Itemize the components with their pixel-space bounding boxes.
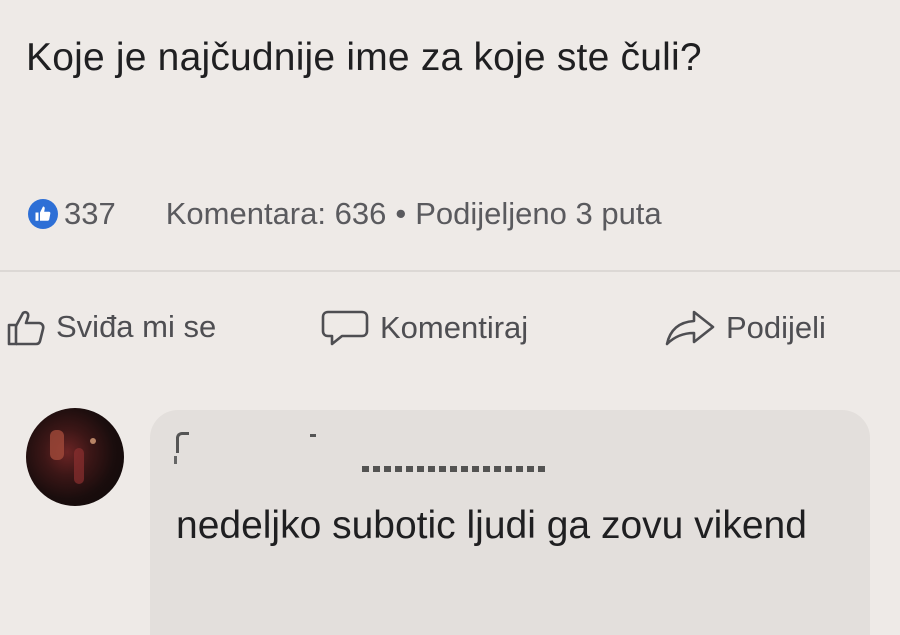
- share-label: Podijeli: [726, 310, 826, 345]
- post-text: Koje je najčudnije ime za koje ste čuli?: [26, 36, 702, 79]
- comment-label: Komentiraj: [380, 310, 529, 345]
- comment-icon: [320, 308, 370, 348]
- likes-count[interactable]: 337: [64, 196, 116, 232]
- comments-count[interactable]: Komentara: 636: [166, 196, 387, 232]
- avatar[interactable]: [26, 408, 124, 506]
- divider: [0, 270, 900, 272]
- comment-bubble: nedeljko subotic ljudi ga zovu vikend: [150, 410, 870, 635]
- comment-author-redacted[interactable]: [172, 428, 552, 478]
- share-button[interactable]: Podijeli: [664, 308, 826, 348]
- post-actions: Sviđa mi se Komentiraj Podijeli: [0, 300, 900, 360]
- like-button[interactable]: Sviđa mi se: [6, 308, 216, 346]
- shares-count[interactable]: Podijeljeno 3 puta: [415, 196, 661, 232]
- share-arrow-icon: [664, 308, 716, 348]
- comment-button[interactable]: Komentiraj: [320, 308, 528, 348]
- stats-separator: •: [395, 196, 407, 231]
- like-badge-icon: [28, 199, 58, 229]
- post-stats: 337 Komentara: 636 • Podijeljeno 3 puta: [14, 192, 662, 236]
- like-label: Sviđa mi se: [56, 309, 217, 344]
- thumbs-up-icon: [6, 308, 46, 346]
- comment-text: nedeljko subotic ljudi ga zovu vikend: [176, 504, 807, 547]
